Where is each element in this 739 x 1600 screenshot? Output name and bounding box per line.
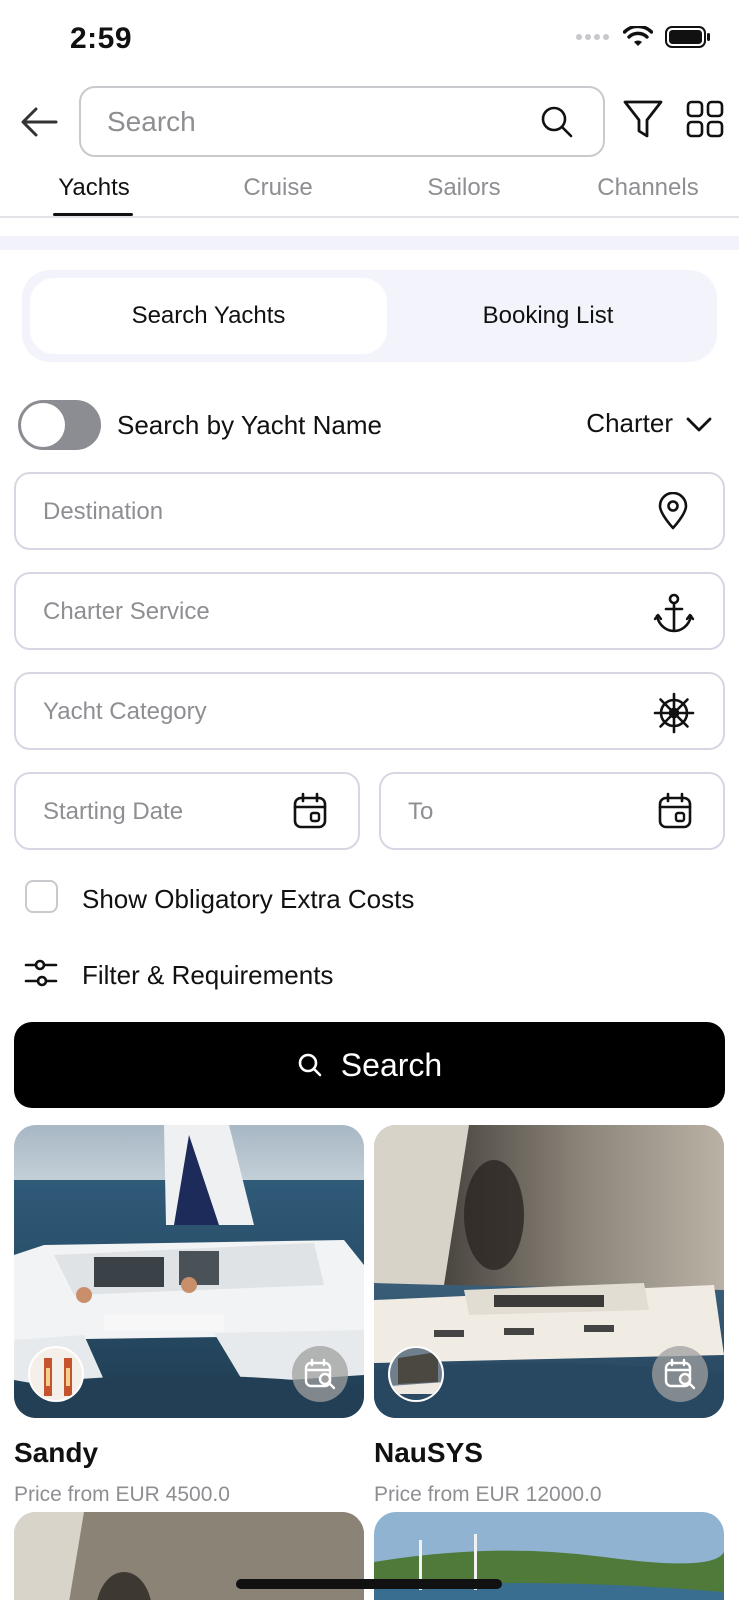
extra-costs-checkbox[interactable] xyxy=(25,880,58,913)
arrow-left-icon xyxy=(21,107,58,137)
tab-yachts[interactable]: Yachts xyxy=(54,174,134,202)
wifi-icon xyxy=(623,26,653,46)
back-button[interactable] xyxy=(18,100,62,144)
destination-placeholder: Destination xyxy=(43,498,164,525)
battery-icon xyxy=(665,26,710,48)
grid-view-button[interactable] xyxy=(686,100,724,143)
search-by-name-row: Search by Yacht Name Charter xyxy=(0,398,739,452)
extra-costs-label[interactable]: Show Obligatory Extra Costs xyxy=(82,884,414,915)
grid-icon xyxy=(686,100,724,138)
search-input[interactable] xyxy=(107,98,527,146)
section-divider xyxy=(0,236,739,250)
home-indicator xyxy=(236,1579,502,1589)
yacht-category-field[interactable]: Yacht Category xyxy=(14,672,725,750)
yacht-name: Sandy xyxy=(14,1437,99,1468)
owner-avatar xyxy=(28,1346,84,1402)
signal-icon xyxy=(576,34,609,40)
category-tabs: Yachts Cruise Sailors Channels xyxy=(0,160,739,218)
tab-sailors[interactable]: Sailors xyxy=(412,174,516,202)
sliders-icon xyxy=(24,958,58,993)
funnel-icon xyxy=(623,100,663,138)
tab-cruise[interactable]: Cruise xyxy=(230,174,326,202)
yacht-photo[interactable] xyxy=(14,1125,364,1418)
extra-costs-row: Show Obligatory Extra Costs xyxy=(0,878,739,918)
search-by-name-toggle[interactable] xyxy=(18,400,101,450)
yacht-photo[interactable] xyxy=(374,1125,724,1418)
mode-segmented-control: Search Yachts Booking List xyxy=(22,270,717,362)
calendar-icon xyxy=(292,792,328,835)
search-button[interactable]: Search xyxy=(14,1022,725,1108)
end-date-field[interactable]: To xyxy=(379,772,725,850)
destination-field[interactable]: Destination xyxy=(14,472,725,550)
toggle-knob xyxy=(21,403,65,447)
map-pin-icon xyxy=(657,491,689,535)
active-tab-indicator xyxy=(53,213,133,216)
status-time: 2:59 xyxy=(70,22,133,55)
status-icons xyxy=(575,26,711,48)
calendar-search-icon xyxy=(664,1358,696,1390)
availability-button[interactable] xyxy=(292,1346,348,1402)
filter-requirements-label: Filter & Requirements xyxy=(82,960,334,990)
search-icon[interactable] xyxy=(539,104,575,145)
charter-service-placeholder: Charter Service xyxy=(43,598,210,625)
availability-button[interactable] xyxy=(652,1346,708,1402)
yacht-name: NauSYS xyxy=(374,1437,483,1468)
tab-channels[interactable]: Channels xyxy=(588,174,708,202)
filter-button[interactable] xyxy=(622,98,664,147)
anchor-icon xyxy=(653,592,695,639)
search-by-name-label: Search by Yacht Name xyxy=(117,410,382,440)
ship-wheel-icon xyxy=(653,692,695,739)
calendar-search-icon xyxy=(304,1358,336,1390)
status-bar: 2:59 xyxy=(0,0,739,80)
filter-requirements-row[interactable]: Filter & Requirements xyxy=(0,952,739,996)
search-box[interactable] xyxy=(79,86,605,157)
calendar-icon xyxy=(657,792,693,835)
header xyxy=(0,86,739,158)
yacht-category-placeholder: Yacht Category xyxy=(43,698,207,725)
starting-date-placeholder: Starting Date xyxy=(43,798,184,825)
starting-date-field[interactable]: Starting Date xyxy=(14,772,360,850)
end-date-placeholder: To xyxy=(408,798,434,825)
chevron-down-icon xyxy=(686,417,712,431)
charter-dropdown[interactable]: Charter xyxy=(586,408,713,439)
charter-dropdown-value: Charter xyxy=(586,408,673,438)
yacht-price: Price from EUR 12000.0 xyxy=(374,1483,602,1506)
search-yachts-segment[interactable]: Search Yachts xyxy=(30,278,387,354)
booking-list-segment[interactable]: Booking List xyxy=(387,278,709,354)
search-icon xyxy=(298,1053,322,1077)
charter-service-field[interactable]: Charter Service xyxy=(14,572,725,650)
search-button-label: Search xyxy=(340,1046,443,1083)
owner-avatar xyxy=(388,1346,444,1402)
yacht-price: Price from EUR 4500.0 xyxy=(14,1483,230,1506)
